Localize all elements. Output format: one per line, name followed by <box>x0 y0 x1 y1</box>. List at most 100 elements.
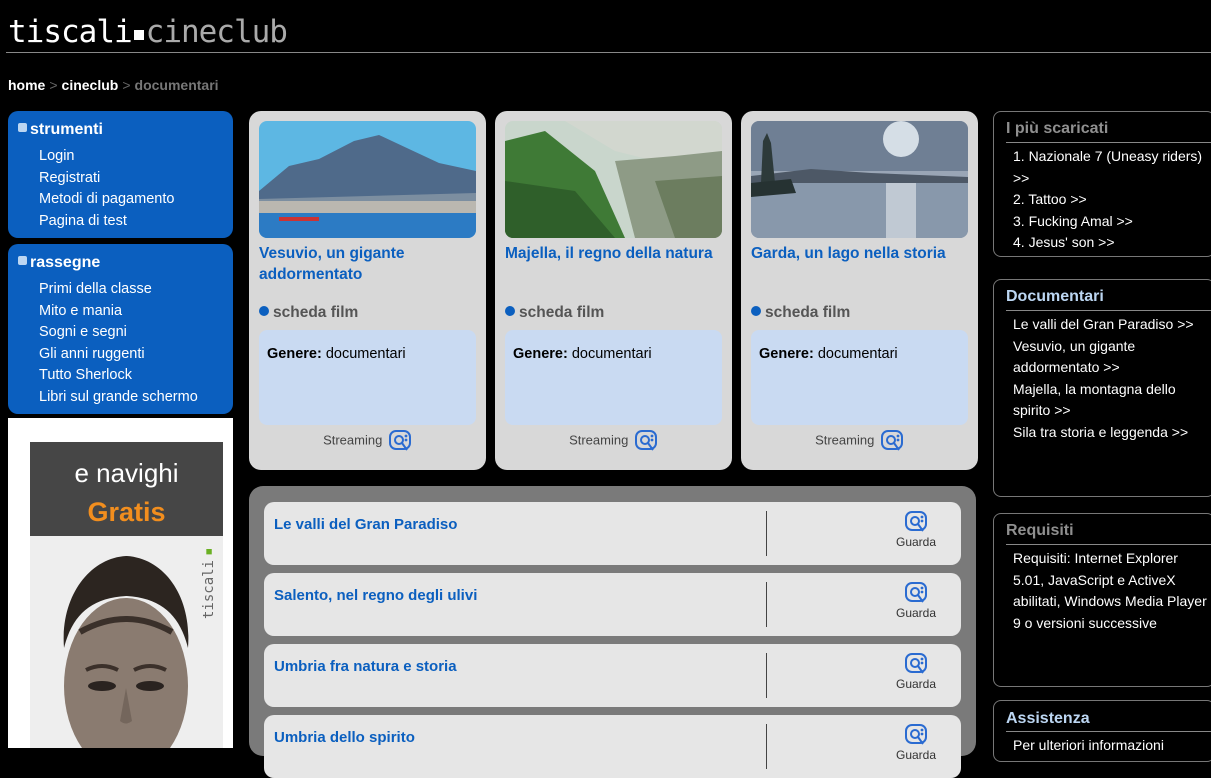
nav-item-login[interactable]: Login <box>39 146 174 168</box>
genre-label: Genere: <box>759 346 814 362</box>
panel-divider <box>1006 310 1211 311</box>
ad-photo: tiscali▪ <box>30 536 223 748</box>
ad-line2: Gratis <box>87 497 166 527</box>
documentari-heading: Documentari <box>1006 288 1104 305</box>
streaming-link[interactable]: Streaming <box>741 429 978 453</box>
bullet-icon <box>259 305 269 316</box>
documentari-panel: Documentari Le valli del Gran Paradiso >… <box>993 279 1211 497</box>
guarda-button[interactable]: Guarda <box>886 510 946 549</box>
nav-item-registrati[interactable]: Registrati <box>39 168 174 190</box>
list-item: Umbria fra natura e storia Guarda <box>264 644 961 707</box>
ad-line1: e navighi <box>74 458 179 488</box>
site-logo[interactable]: tiscali cineclub <box>8 14 288 50</box>
panel-divider <box>1006 142 1211 143</box>
guarda-button[interactable]: Guarda <box>886 581 946 620</box>
panel-divider <box>1006 731 1211 732</box>
genre-box: Genere: documentari <box>259 330 476 425</box>
nav-item-rassegna[interactable]: Primi della classe <box>39 279 198 301</box>
scheda-film-label: scheda film <box>765 304 851 321</box>
genre-text: Genere: documentari <box>513 346 652 362</box>
play-icon <box>905 653 927 674</box>
most-downloaded-item[interactable]: 3. Fucking Amal >> <box>1013 211 1208 233</box>
nav-item-rassegna[interactable]: Sogni e segni <box>39 322 198 344</box>
documentari-item[interactable]: Sila tra storia e leggenda >> <box>1013 422 1208 444</box>
requisiti-text: Requisiti: Internet Explorer 5.01, JavaS… <box>1013 550 1207 631</box>
ad-header: e navighi Gratis <box>30 442 223 536</box>
row-divider <box>766 653 767 698</box>
film-title[interactable]: Majella, il regno della natura <box>505 243 715 264</box>
majella-image <box>505 121 722 238</box>
nav-item-rassegna[interactable]: Gli anni ruggenti <box>39 344 198 366</box>
nav-item-rassegna[interactable]: Libri sul grande schermo <box>39 387 198 409</box>
nav-item-rassegna[interactable]: Tutto Sherlock <box>39 365 198 387</box>
documentary-list: Le valli del Gran Paradiso Guarda Salent… <box>249 486 976 778</box>
guarda-button[interactable]: Guarda <box>886 723 946 762</box>
bullet-icon <box>751 305 761 316</box>
nav-item-pagina-test[interactable]: Pagina di test <box>39 211 174 233</box>
documentari-item[interactable]: Vesuvio, un gigante addormentato >> <box>1013 336 1208 379</box>
guarda-label: Guarda <box>895 677 937 691</box>
ad-brand-dot-icon: ▪ <box>201 544 217 560</box>
row-divider <box>766 511 767 556</box>
most-downloaded-list: 1. Nazionale 7 (Uneasy riders) >> 2. Tat… <box>1013 146 1208 254</box>
genre-text: Genere: documentari <box>759 346 898 362</box>
rassegne-panel: rassegne Primi della classe Mito e mania… <box>8 244 233 414</box>
documentari-item[interactable]: Majella, la montagna dello spirito >> <box>1013 379 1208 422</box>
assistenza-text: Per ulteriori informazioni <box>1013 737 1164 753</box>
rassegne-heading: rassegne <box>18 254 100 272</box>
strumenti-heading-label: strumenti <box>30 121 103 138</box>
breadcrumb-separator: > <box>49 77 58 93</box>
ad-brand-text: tiscali <box>201 560 217 620</box>
film-title[interactable]: Vesuvio, un gigante addormentato <box>259 243 469 285</box>
streaming-link[interactable]: Streaming <box>249 429 486 453</box>
most-downloaded-heading: I più scaricati <box>1006 120 1109 137</box>
scheda-film-link[interactable]: scheda film <box>505 304 604 322</box>
garda-image <box>751 121 968 238</box>
genre-box: Genere: documentari <box>505 330 722 425</box>
genre-label: Genere: <box>267 346 322 362</box>
guarda-button[interactable]: Guarda <box>886 652 946 691</box>
most-downloaded-item[interactable]: 1. Nazionale 7 (Uneasy riders) >> <box>1013 146 1208 189</box>
bullet-icon <box>18 123 27 133</box>
list-item: Salento, nel regno degli ulivi Guarda <box>264 573 961 636</box>
bullet-icon <box>505 305 515 316</box>
guarda-label: Guarda <box>895 606 937 620</box>
film-thumbnail[interactable] <box>259 121 476 238</box>
ad-banner[interactable]: e navighi Gratis tiscali▪ <box>8 418 233 748</box>
play-icon <box>905 582 927 603</box>
play-icon <box>905 511 927 532</box>
breadcrumb-cineclub[interactable]: cineclub <box>62 77 119 93</box>
list-item-title[interactable]: Salento, nel regno degli ulivi <box>274 587 477 604</box>
streaming-label: Streaming <box>323 432 383 448</box>
genre-value: documentari <box>325 346 406 362</box>
scheda-film-link[interactable]: scheda film <box>751 304 850 322</box>
film-thumbnail[interactable] <box>505 121 722 238</box>
list-item-title[interactable]: Umbria fra natura e storia <box>274 658 457 675</box>
documentari-item[interactable]: Le valli del Gran Paradiso >> <box>1013 314 1208 336</box>
scheda-film-link[interactable]: scheda film <box>259 304 358 322</box>
streaming-link[interactable]: Streaming <box>495 429 732 453</box>
film-thumbnail[interactable] <box>751 121 968 238</box>
scheda-film-label: scheda film <box>273 304 359 321</box>
nav-item-rassegna[interactable]: Mito e mania <box>39 301 198 323</box>
rassegne-heading-label: rassegne <box>30 254 101 271</box>
film-card: Vesuvio, un gigante addormentato scheda … <box>249 111 486 470</box>
most-downloaded-item[interactable]: 2. Tattoo >> <box>1013 189 1208 211</box>
strumenti-panel: strumenti Login Registrati Metodi di pag… <box>8 111 233 238</box>
list-item-title[interactable]: Umbria dello spirito <box>274 729 415 746</box>
row-divider <box>766 724 767 769</box>
list-item-title[interactable]: Le valli del Gran Paradiso <box>274 516 457 533</box>
genre-text: Genere: documentari <box>267 346 406 362</box>
rassegne-list: Primi della classe Mito e mania Sogni e … <box>39 279 198 408</box>
logo-dot-icon <box>133 30 144 40</box>
requisiti-heading: Requisiti <box>1006 522 1074 539</box>
streaming-label: Streaming <box>569 432 629 448</box>
guarda-label: Guarda <box>895 535 937 549</box>
guarda-label: Guarda <box>895 748 937 762</box>
nav-item-metodi-pagamento[interactable]: Metodi di pagamento <box>39 189 174 211</box>
most-downloaded-item[interactable]: 4. Jesus' son >> <box>1013 232 1208 254</box>
film-title[interactable]: Garda, un lago nella storia <box>751 243 961 264</box>
row-divider <box>766 582 767 627</box>
genre-value: documentari <box>817 346 898 362</box>
breadcrumb-home[interactable]: home <box>8 77 45 93</box>
